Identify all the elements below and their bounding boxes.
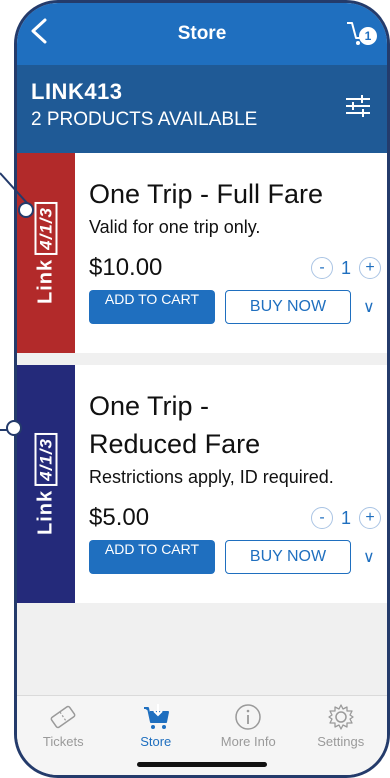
back-chevron-icon[interactable]	[27, 17, 51, 45]
product-description: Valid for one trip only.	[89, 217, 261, 237]
product-body: One Trip - Full Fare Valid for one trip …	[75, 153, 387, 353]
product-card: Link 4/1/3 One Trip - Reduced Fare Restri…	[17, 365, 387, 603]
tab-label: Store	[140, 734, 172, 749]
link-logo: Link 4/1/3	[34, 433, 58, 535]
callout-dot	[18, 202, 34, 218]
tab-tickets[interactable]: Tickets	[23, 702, 103, 775]
quantity-value: 1	[340, 507, 351, 528]
product-card: Link 4/1/3 One Trip - Full Fare Valid for…	[17, 153, 387, 353]
price-row: $10.00 - 1 +	[89, 254, 387, 282]
buy-now-button[interactable]: BUY NOW	[225, 540, 351, 574]
home-indicator	[137, 762, 267, 767]
add-to-cart-button[interactable]: ADD TO CART	[89, 290, 215, 324]
decrement-button[interactable]: -	[310, 507, 333, 529]
tab-label: Settings	[317, 734, 365, 749]
store-header: LINK413 2 PRODUCTS AVAILABLE	[17, 65, 387, 153]
product-body: One Trip - Reduced Fare Restrictions app…	[75, 365, 387, 603]
quantity-stepper: - 1 +	[310, 507, 381, 529]
link-logo: Link 4/1/3	[34, 202, 58, 304]
product-name: One Trip - Full Fare	[89, 179, 324, 209]
buy-now-button[interactable]: BUY NOW	[225, 290, 351, 324]
action-row: ADD TO CART BUY NOW ∨	[89, 540, 387, 574]
gear-icon	[328, 704, 354, 730]
logo-text: Link	[34, 489, 57, 535]
tab-settings[interactable]: Settings	[301, 702, 381, 775]
product-description: Restrictions apply, ID required.	[89, 467, 334, 487]
increment-button[interactable]: +	[359, 507, 381, 529]
store-title: LINK413	[31, 79, 123, 104]
chevron-down-icon[interactable]: ∨	[363, 547, 375, 567]
quantity-value: 1	[340, 257, 351, 278]
tab-bar: Tickets Store More Info Settings	[17, 695, 387, 775]
product-stripe: Link 4/1/3	[17, 153, 75, 353]
action-row: ADD TO CART BUY NOW ∨	[89, 290, 387, 324]
filter-sliders-icon[interactable]	[345, 93, 371, 119]
tab-label: More Info	[220, 734, 276, 749]
product-price: $5.00	[89, 504, 150, 531]
logo-number: 4/1/3	[34, 433, 58, 486]
product-name: One Trip - Reduced Fare	[89, 391, 261, 459]
tickets-icon	[50, 705, 76, 729]
logo-text: Link	[34, 258, 57, 304]
tab-label: Tickets	[42, 734, 84, 749]
cart-count-badge: 1	[359, 27, 377, 45]
callout-dot	[6, 420, 22, 436]
add-to-cart-button[interactable]: ADD TO CART	[89, 540, 215, 574]
info-icon	[235, 704, 261, 730]
logo-number: 4/1/3	[34, 202, 58, 255]
nav-bar: Store 1	[17, 3, 387, 65]
chevron-down-icon[interactable]: ∨	[363, 297, 375, 317]
product-list: Link 4/1/3 One Trip - Full Fare Valid for…	[17, 153, 387, 615]
decrement-button[interactable]: -	[310, 257, 333, 279]
product-price: $10.00	[89, 254, 163, 281]
increment-button[interactable]: +	[359, 257, 381, 279]
nav-title: Store	[177, 23, 227, 44]
price-row: $5.00 - 1 +	[89, 504, 387, 532]
store-cart-icon	[143, 704, 169, 729]
product-stripe: Link 4/1/3	[17, 365, 75, 603]
quantity-stepper: - 1 +	[310, 257, 381, 279]
phone-frame: Store 1 LINK413 2 PRODUCTS AVAILABLE Lin…	[14, 0, 390, 778]
products-count: 2 PRODUCTS AVAILABLE	[31, 109, 258, 130]
